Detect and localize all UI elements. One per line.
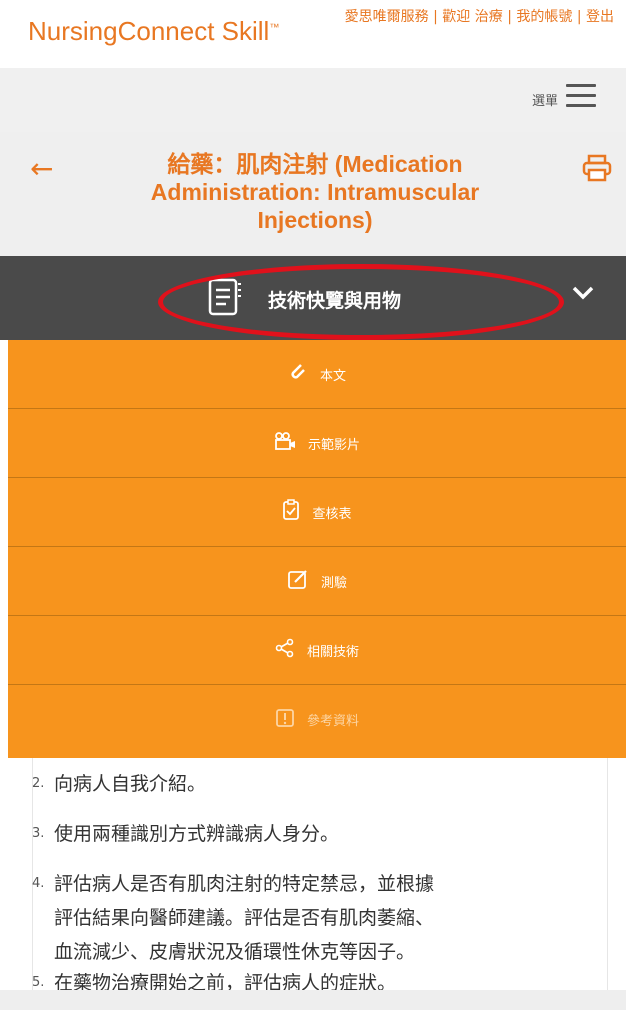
- section-menu: 本文 示範影片 查核表 測驗 相關技術 參考資料: [8, 340, 626, 758]
- hamburger-icon[interactable]: [566, 84, 596, 108]
- menu-item-related[interactable]: 相關技術: [8, 616, 626, 685]
- step-number: 2.: [32, 776, 45, 791]
- step-text: 向病人自我介紹。: [54, 773, 207, 795]
- step-text: 血流減少、皮膚狀況及循環性休克等因子。: [54, 941, 416, 963]
- menu-item-label: 查核表: [312, 506, 352, 522]
- welcome-text: 歡迎 治療: [442, 9, 503, 25]
- menu-item-quiz[interactable]: 測驗: [8, 547, 626, 616]
- printer-icon[interactable]: [582, 154, 612, 182]
- edit-icon: [287, 568, 309, 594]
- menu-item-video[interactable]: 示範影片: [8, 409, 626, 478]
- link-separator: |: [433, 9, 438, 25]
- site-header: NursingConnect Skill™ 愛思唯爾服務 | 歡迎 治療 | 我…: [0, 0, 626, 68]
- link-separator: |: [507, 9, 512, 25]
- account-links: 愛思唯爾服務 | 歡迎 治療 | 我的帳號 | 登出: [324, 6, 614, 28]
- menu-item-label: 參考資料: [306, 714, 359, 729]
- menu-item-label: 本文: [319, 368, 346, 384]
- logo-text: NursingConnect Skill: [28, 16, 270, 46]
- menu-item-references[interactable]: 參考資料: [8, 685, 626, 754]
- step-text: 評估結果向醫師建議。評估是否有肌肉萎縮、: [54, 907, 435, 929]
- chevron-down-icon[interactable]: [572, 286, 594, 300]
- menu-item-label: 測驗: [320, 575, 347, 591]
- clipboard-check-icon: [282, 499, 300, 525]
- my-account-link[interactable]: 我的帳號: [516, 9, 572, 25]
- logo[interactable]: NursingConnect Skill™: [28, 16, 279, 47]
- menu-item-text[interactable]: 本文: [8, 340, 626, 409]
- menu-item-checklist[interactable]: 查核表: [8, 478, 626, 547]
- step-number: 3.: [32, 826, 45, 841]
- video-camera-icon: [274, 431, 296, 455]
- elsevier-services-link[interactable]: 愛思唯爾服務: [345, 9, 429, 25]
- bottom-shade: [0, 990, 626, 1010]
- step-number: 4.: [32, 876, 45, 891]
- paperclip-icon: [288, 362, 308, 386]
- page-title: 給藥：肌肉注射 (Medication Administration: Intr…: [150, 151, 480, 233]
- step-text: 評估病人是否有肌肉注射的特定禁忌，並根據: [54, 873, 435, 895]
- menu-item-label: 示範影片: [307, 437, 360, 453]
- step-text: 使用兩種識別方式辨識病人身分。: [54, 823, 340, 845]
- logout-link[interactable]: 登出: [586, 9, 614, 25]
- highlight-oval: [158, 264, 564, 340]
- share-icon: [275, 638, 295, 662]
- menu-item-label: 相關技術: [306, 644, 359, 660]
- reference-icon: [275, 708, 295, 732]
- menu-label[interactable]: 選單: [532, 90, 558, 109]
- link-separator: |: [576, 9, 582, 25]
- back-arrow-icon[interactable]: ←: [30, 152, 53, 185]
- menu-bar: 選單: [0, 68, 626, 132]
- logo-trademark: ™: [269, 22, 280, 34]
- title-bar: ← 給藥：肌肉注射 (Medication Administration: In…: [0, 132, 626, 256]
